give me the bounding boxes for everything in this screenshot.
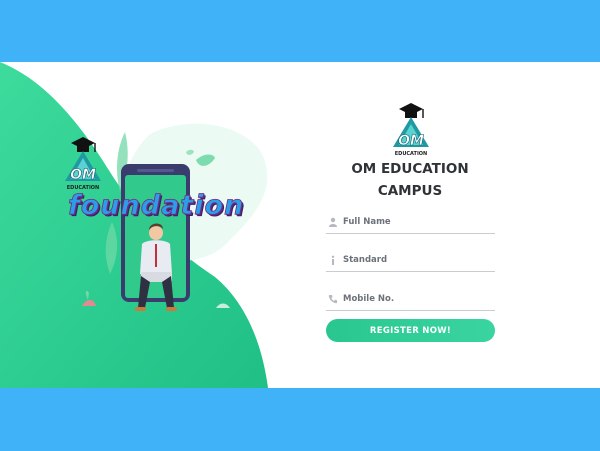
user-icon (329, 217, 337, 227)
logo-text: OM (398, 133, 424, 149)
full-name-field[interactable] (326, 212, 495, 234)
logo-subtext: EDUCATION (395, 151, 427, 157)
register-button[interactable]: REGISTER NOW! (326, 319, 495, 342)
brand-logo: OM EDUCATION (65, 137, 101, 191)
mobile-field[interactable] (326, 289, 495, 311)
hero-illustration (0, 62, 268, 388)
phone-icon (328, 295, 337, 304)
page-title: OM EDUCATION CAMPUS (330, 158, 490, 202)
foundation-heading: foundation (68, 190, 245, 222)
registration-card: OM EDUCATION foundation OM EDUCATION OM … (0, 62, 600, 388)
title-line-1: OM EDUCATION (351, 161, 469, 177)
brand-logo: OM EDUCATION (393, 103, 429, 157)
mobile-input[interactable] (343, 289, 493, 309)
logo-text: OM (70, 167, 96, 183)
full-name-input[interactable] (343, 212, 493, 232)
title-line-2: CAMPUS (377, 183, 443, 199)
standard-input[interactable] (343, 250, 493, 270)
standard-field[interactable] (326, 250, 495, 272)
info-icon (331, 255, 335, 265)
